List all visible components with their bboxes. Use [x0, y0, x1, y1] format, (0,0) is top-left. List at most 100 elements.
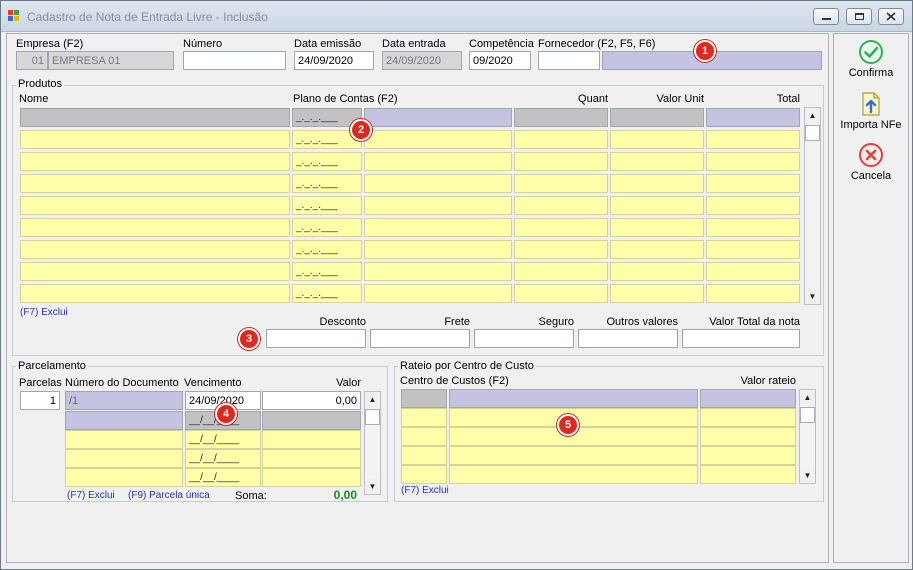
outros-field[interactable]: [578, 329, 678, 348]
parc-row-4-vencimento[interactable]: __/__/____: [185, 449, 261, 468]
produtos-row-2-total[interactable]: [706, 130, 800, 149]
produtos-row-7-nome[interactable]: [20, 240, 290, 259]
data-entrada-field[interactable]: 24/09/2020: [382, 51, 462, 70]
produtos-row-9-quant[interactable]: [514, 284, 608, 303]
importa-nfe-button[interactable]: Importa NFe: [834, 91, 908, 131]
scroll-thumb[interactable]: [365, 409, 380, 425]
parc-row-3-documento[interactable]: [65, 430, 183, 449]
produtos-row-6-total[interactable]: [706, 218, 800, 237]
produtos-row-4-nome[interactable]: [20, 174, 290, 193]
parc-row-2-documento[interactable]: [65, 411, 183, 430]
cancela-button[interactable]: Cancela: [834, 142, 908, 182]
scroll-up-icon[interactable]: ▲: [365, 392, 380, 407]
parc-row-5-valor[interactable]: [262, 468, 361, 487]
rateio-row-4-codigo[interactable]: [401, 446, 447, 465]
produtos-row-9-descricao[interactable]: [364, 284, 512, 303]
parc-row-5-vencimento[interactable]: __/__/____: [185, 468, 261, 487]
produtos-row-6-quant[interactable]: [514, 218, 608, 237]
rateio-row-1-codigo[interactable]: [401, 389, 447, 408]
rateio-row-1-valor[interactable]: [700, 389, 796, 408]
scroll-thumb[interactable]: [800, 407, 815, 423]
produtos-row-5-quant[interactable]: [514, 196, 608, 215]
maximize-button[interactable]: [846, 8, 872, 25]
produtos-row-9-nome[interactable]: [20, 284, 290, 303]
produtos-row-4-descricao[interactable]: [364, 174, 512, 193]
produtos-row-7-plano[interactable]: _._._.___: [292, 240, 362, 259]
scroll-up-icon[interactable]: ▲: [800, 390, 815, 405]
produtos-row-8-valor-unit[interactable]: [610, 262, 704, 281]
produtos-row-1-total[interactable]: [706, 108, 800, 127]
rateio-row-4-valor[interactable]: [700, 446, 796, 465]
data-emissao-field[interactable]: 24/09/2020: [294, 51, 374, 70]
produtos-row-4-total[interactable]: [706, 174, 800, 193]
parc-row-1-documento[interactable]: /1: [65, 391, 183, 410]
produtos-row-1-descricao[interactable]: [364, 108, 512, 127]
produtos-row-9-total[interactable]: [706, 284, 800, 303]
rateio-row-3-valor[interactable]: [700, 427, 796, 446]
produtos-row-7-descricao[interactable]: [364, 240, 512, 259]
produtos-row-8-descricao[interactable]: [364, 262, 512, 281]
produtos-scrollbar[interactable]: ▲ ▼: [804, 107, 821, 305]
fornecedor-code-field[interactable]: [538, 51, 600, 70]
scroll-down-icon[interactable]: ▼: [365, 479, 380, 494]
numero-field[interactable]: [183, 51, 286, 70]
produtos-row-4-valor-unit[interactable]: [610, 174, 704, 193]
parc-row-4-documento[interactable]: [65, 449, 183, 468]
parcelas-field[interactable]: 1: [20, 391, 60, 410]
produtos-row-5-plano[interactable]: _._._.___: [292, 196, 362, 215]
parc-row-5-documento[interactable]: [65, 468, 183, 487]
rateio-row-1-centro[interactable]: [449, 389, 698, 408]
parc-row-1-valor[interactable]: 0,00: [262, 391, 361, 410]
competencia-field[interactable]: 09/2020: [469, 51, 531, 70]
produtos-row-3-plano[interactable]: _._._.___: [292, 152, 362, 171]
produtos-row-6-valor-unit[interactable]: [610, 218, 704, 237]
valor-total-field[interactable]: [682, 329, 800, 348]
scroll-down-icon[interactable]: ▼: [800, 468, 815, 483]
produtos-row-5-nome[interactable]: [20, 196, 290, 215]
produtos-row-1-quant[interactable]: [514, 108, 608, 127]
desconto-field[interactable]: [266, 329, 366, 348]
produtos-row-9-plano[interactable]: _._._.___: [292, 284, 362, 303]
produtos-row-2-nome[interactable]: [20, 130, 290, 149]
produtos-row-2-valor-unit[interactable]: [610, 130, 704, 149]
produtos-row-2-quant[interactable]: [514, 130, 608, 149]
produtos-row-3-total[interactable]: [706, 152, 800, 171]
parc-row-3-valor[interactable]: [262, 430, 361, 449]
produtos-row-9-valor-unit[interactable]: [610, 284, 704, 303]
produtos-row-5-total[interactable]: [706, 196, 800, 215]
scroll-thumb[interactable]: [805, 125, 820, 141]
parc-row-2-valor[interactable]: [262, 411, 361, 430]
seguro-field[interactable]: [474, 329, 574, 348]
rateio-row-4-centro[interactable]: [449, 446, 698, 465]
confirma-button[interactable]: Confirma: [834, 39, 908, 79]
produtos-row-8-plano[interactable]: _._._.___: [292, 262, 362, 281]
produtos-row-7-quant[interactable]: [514, 240, 608, 259]
produtos-row-6-nome[interactable]: [20, 218, 290, 237]
rateio-row-2-codigo[interactable]: [401, 408, 447, 427]
scroll-up-icon[interactable]: ▲: [805, 108, 820, 123]
rateio-row-5-centro[interactable]: [449, 465, 698, 484]
produtos-row-5-descricao[interactable]: [364, 196, 512, 215]
rateio-row-5-codigo[interactable]: [401, 465, 447, 484]
produtos-row-2-descricao[interactable]: [364, 130, 512, 149]
produtos-row-3-valor-unit[interactable]: [610, 152, 704, 171]
produtos-row-8-nome[interactable]: [20, 262, 290, 281]
produtos-row-1-valor-unit[interactable]: [610, 108, 704, 127]
produtos-row-1-nome[interactable]: [20, 108, 290, 127]
scroll-down-icon[interactable]: ▼: [805, 289, 820, 304]
produtos-row-5-valor-unit[interactable]: [610, 196, 704, 215]
produtos-row-7-valor-unit[interactable]: [610, 240, 704, 259]
empresa-code-field[interactable]: 01: [16, 51, 48, 70]
produtos-row-4-plano[interactable]: _._._.___: [292, 174, 362, 193]
rateio-row-3-codigo[interactable]: [401, 427, 447, 446]
produtos-row-4-quant[interactable]: [514, 174, 608, 193]
minimize-button[interactable]: [813, 8, 839, 25]
parcelamento-scrollbar[interactable]: ▲ ▼: [364, 391, 381, 495]
produtos-row-3-nome[interactable]: [20, 152, 290, 171]
rateio-scrollbar[interactable]: ▲ ▼: [799, 389, 816, 484]
parc-row-3-vencimento[interactable]: __/__/____: [185, 430, 261, 449]
produtos-row-6-descricao[interactable]: [364, 218, 512, 237]
produtos-row-8-total[interactable]: [706, 262, 800, 281]
close-button[interactable]: [878, 8, 904, 25]
produtos-row-8-quant[interactable]: [514, 262, 608, 281]
